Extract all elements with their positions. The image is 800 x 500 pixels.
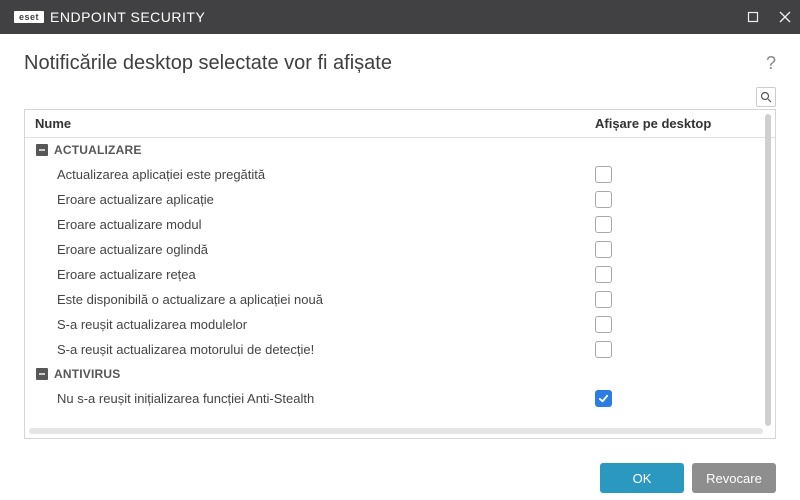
display-checkbox[interactable]: [595, 216, 612, 233]
close-button[interactable]: [778, 10, 792, 24]
display-checkbox[interactable]: [595, 266, 612, 283]
table-row: S-a reușit actualizarea modulelor: [25, 312, 775, 337]
notification-table: Nume Afișare pe desktop ACTUALIZARE Actu…: [24, 109, 776, 439]
display-checkbox[interactable]: [595, 166, 612, 183]
checkbox-cell: [595, 166, 765, 183]
page-title: Notificările desktop selectate vor fi af…: [24, 52, 766, 75]
column-name[interactable]: Nume: [35, 116, 595, 131]
item-label: Eroare actualizare oglindă: [57, 242, 595, 257]
item-label: S-a reușit actualizarea motorului de det…: [57, 342, 595, 357]
square-icon: [747, 11, 759, 23]
search-button[interactable]: [756, 87, 776, 107]
item-label: S-a reușit actualizarea modulelor: [57, 317, 595, 332]
search-row: [24, 87, 776, 107]
cancel-button[interactable]: Revocare: [692, 463, 776, 493]
table-row: Actualizarea aplicației este pregătită: [25, 162, 775, 187]
table-row: S-a reușit actualizarea motorului de det…: [25, 337, 775, 362]
help-button[interactable]: ?: [766, 53, 776, 74]
table-header: Nume Afișare pe desktop: [25, 110, 775, 138]
table-row: Eroare actualizare aplicație: [25, 187, 775, 212]
checkbox-cell: [595, 241, 765, 258]
close-icon: [779, 11, 791, 23]
table-body[interactable]: ACTUALIZARE Actualizarea aplicației este…: [25, 138, 775, 434]
scrollbar-vertical[interactable]: [765, 114, 771, 426]
item-label: Este disponibilă o actualizare a aplicaț…: [57, 292, 595, 307]
item-label: Actualizarea aplicației este pregătită: [57, 167, 595, 182]
display-checkbox[interactable]: [595, 291, 612, 308]
section-actualizare[interactable]: ACTUALIZARE: [25, 138, 775, 162]
checkbox-cell: [595, 390, 765, 407]
checkbox-cell: [595, 316, 765, 333]
heading-row: Notificările desktop selectate vor fi af…: [0, 34, 800, 87]
checkbox-cell: [595, 191, 765, 208]
minimize-button[interactable]: [746, 10, 760, 24]
display-checkbox[interactable]: [595, 390, 612, 407]
scrollbar-horizontal[interactable]: [29, 428, 763, 434]
collapse-icon: [38, 146, 46, 154]
checkbox-cell: [595, 341, 765, 358]
table-row: Eroare actualizare modul: [25, 212, 775, 237]
collapse-icon: [38, 370, 46, 378]
item-label: Eroare actualizare rețea: [57, 267, 595, 282]
table-row: Nu s-a reușit inițializarea funcției Ant…: [25, 386, 775, 411]
display-checkbox[interactable]: [595, 241, 612, 258]
footer: OK Revocare: [0, 449, 800, 493]
section-antivirus[interactable]: ANTIVIRUS: [25, 362, 775, 386]
column-display[interactable]: Afișare pe desktop: [595, 116, 765, 131]
display-checkbox[interactable]: [595, 341, 612, 358]
table-row: Este disponibilă o actualizare a aplicaț…: [25, 287, 775, 312]
ok-button[interactable]: OK: [600, 463, 684, 493]
item-label: Nu s-a reușit inițializarea funcției Ant…: [57, 391, 595, 406]
brand-text: ENDPOINT SECURITY: [50, 9, 205, 25]
checkbox-cell: [595, 266, 765, 283]
checkbox-cell: [595, 291, 765, 308]
search-icon: [760, 91, 772, 103]
brand-logo: eset: [14, 11, 44, 23]
window-controls: [746, 10, 792, 24]
table-row: Eroare actualizare rețea: [25, 262, 775, 287]
content-area: Nume Afișare pe desktop ACTUALIZARE Actu…: [0, 87, 800, 449]
collapse-toggle[interactable]: [36, 144, 48, 156]
display-checkbox[interactable]: [595, 191, 612, 208]
collapse-toggle[interactable]: [36, 368, 48, 380]
table-row: Eroare actualizare oglindă: [25, 237, 775, 262]
display-checkbox[interactable]: [595, 316, 612, 333]
item-label: Eroare actualizare modul: [57, 217, 595, 232]
section-label: ANTIVIRUS: [54, 367, 765, 381]
item-label: Eroare actualizare aplicație: [57, 192, 595, 207]
section-label: ACTUALIZARE: [54, 143, 765, 157]
titlebar: eset ENDPOINT SECURITY: [0, 0, 800, 34]
checkbox-cell: [595, 216, 765, 233]
